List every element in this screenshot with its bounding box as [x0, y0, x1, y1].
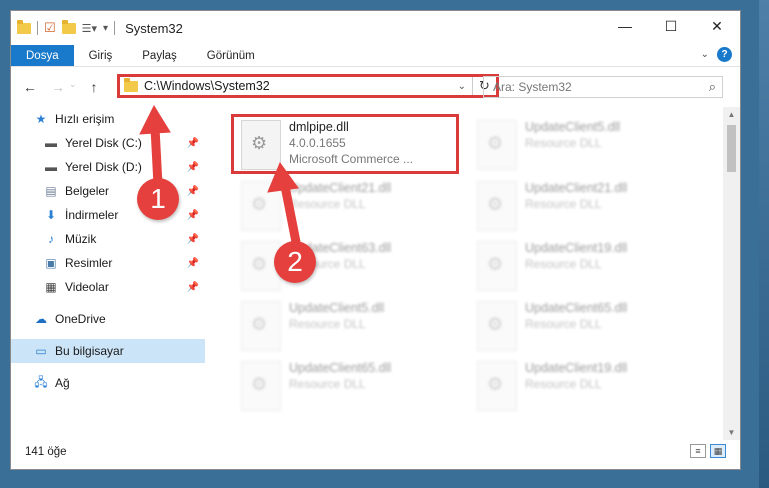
- arrow-2-shaft: [280, 181, 301, 247]
- arrow-2-head: [267, 161, 299, 193]
- step-1-badge: 1: [137, 178, 179, 220]
- annotation-arrows: [139, 104, 301, 247]
- arrow-1-head: [139, 104, 171, 135]
- step-2-badge: 2: [274, 241, 316, 283]
- arrow-1-shaft: [150, 123, 163, 190]
